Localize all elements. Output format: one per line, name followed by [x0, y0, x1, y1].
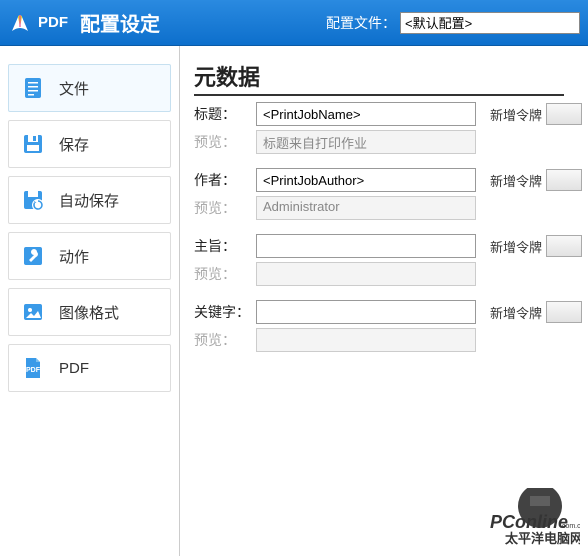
preview-label: 预览：	[194, 198, 256, 218]
keywords-input[interactable]	[256, 300, 476, 324]
svg-text:PDF: PDF	[26, 367, 41, 374]
field-label-author: 作者：	[194, 170, 256, 190]
titlebar: PDF 配置设定 配置文件：	[0, 0, 588, 46]
author-input[interactable]	[256, 168, 476, 192]
main-area: 文件 保存 自动保存 动作 图像格式 PDF PDF 元数据 标题： 新增令牌	[0, 46, 588, 556]
window-title: 配置设定	[80, 8, 160, 37]
sidebar-item-file[interactable]: 文件	[8, 64, 171, 112]
save-icon	[21, 132, 45, 156]
add-token-button-keywords[interactable]	[546, 301, 582, 323]
image-icon	[21, 300, 45, 324]
sidebar-item-label: 保存	[59, 134, 89, 155]
config-file-label: 配置文件：	[326, 13, 396, 33]
quill-icon	[8, 11, 32, 35]
app-logo: PDF	[8, 11, 68, 35]
pdf-file-icon: PDF	[21, 356, 45, 380]
add-token-button-subject[interactable]	[546, 235, 582, 257]
subject-input[interactable]	[256, 234, 476, 258]
field-label-keywords: 关键字：	[194, 302, 256, 322]
author-preview: Administrator	[256, 196, 476, 220]
subject-preview	[256, 262, 476, 286]
sidebar-item-action[interactable]: 动作	[8, 232, 171, 280]
sidebar-item-label: 自动保存	[59, 190, 119, 211]
content-panel: 元数据 标题： 新增令牌 预览： 标题来自打印作业 作者： 新增令牌 预览： A…	[180, 46, 588, 556]
preview-label: 预览：	[194, 330, 256, 350]
config-file-select[interactable]	[400, 12, 580, 34]
title-preview: 标题来自打印作业	[256, 130, 476, 154]
document-icon	[21, 76, 45, 100]
sidebar-item-label: 动作	[59, 246, 89, 267]
sidebar-item-pdf[interactable]: PDF PDF	[8, 344, 171, 392]
sidebar-item-label: 图像格式	[59, 302, 119, 323]
sidebar: 文件 保存 自动保存 动作 图像格式 PDF PDF	[0, 46, 180, 556]
config-file-area: 配置文件：	[326, 12, 580, 34]
sidebar-item-save[interactable]: 保存	[8, 120, 171, 168]
sidebar-item-label: PDF	[59, 360, 89, 377]
token-label: 新增令牌	[482, 303, 542, 322]
field-label-title: 标题：	[194, 104, 256, 124]
autosave-icon	[21, 188, 45, 212]
sidebar-item-autosave[interactable]: 自动保存	[8, 176, 171, 224]
title-input[interactable]	[256, 102, 476, 126]
section-title: 元数据	[194, 60, 564, 96]
add-token-button-title[interactable]	[546, 103, 582, 125]
preview-label: 预览：	[194, 132, 256, 152]
sidebar-item-image-format[interactable]: 图像格式	[8, 288, 171, 336]
add-token-button-author[interactable]	[546, 169, 582, 191]
keywords-preview	[256, 328, 476, 352]
logo-text: PDF	[38, 14, 68, 31]
sidebar-item-label: 文件	[59, 78, 89, 99]
token-label: 新增令牌	[482, 237, 542, 256]
wrench-icon	[21, 244, 45, 268]
field-label-subject: 主旨：	[194, 236, 256, 256]
preview-label: 预览：	[194, 264, 256, 284]
token-label: 新增令牌	[482, 105, 542, 124]
token-label: 新增令牌	[482, 171, 542, 190]
